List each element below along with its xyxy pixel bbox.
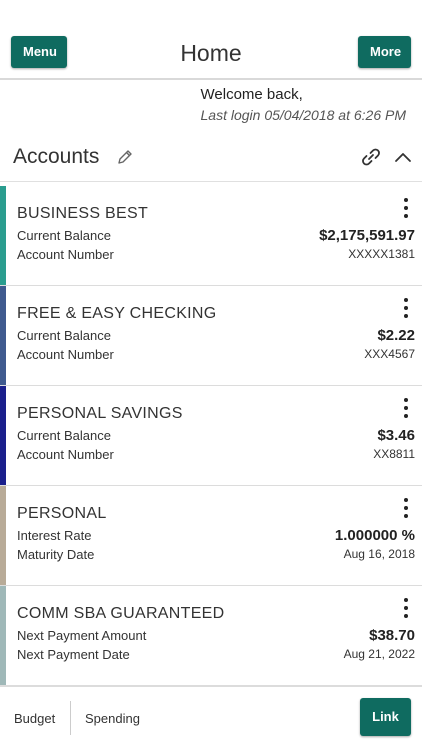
- account-value-2: Aug 16, 2018: [343, 547, 415, 561]
- account-name: PERSONAL SAVINGS: [17, 405, 183, 422]
- account-value-2: Aug 21, 2022: [343, 647, 415, 661]
- account-label-1: Next Payment Amount: [17, 628, 147, 643]
- kebab-menu-icon[interactable]: [402, 598, 410, 620]
- account-color-bar: [0, 186, 6, 285]
- more-button[interactable]: More: [358, 36, 411, 68]
- account-value-1: 1.000000 %: [334, 527, 415, 544]
- spending-tab[interactable]: Spending: [85, 711, 140, 726]
- account-label-1: Current Balance: [17, 428, 111, 443]
- link-icon[interactable]: [360, 146, 382, 168]
- kebab-menu-icon[interactable]: [402, 498, 410, 520]
- account-label-1: Current Balance: [17, 328, 111, 343]
- account-color-bar: [0, 286, 6, 385]
- account-value-1: $2,175,591.97: [319, 227, 415, 244]
- account-label-2: Maturity Date: [17, 547, 95, 562]
- kebab-menu-icon[interactable]: [402, 198, 410, 220]
- account-name: BUSINESS BEST: [17, 205, 149, 222]
- account-value-2: XXX4567: [364, 347, 415, 361]
- account-color-bar: [0, 486, 6, 585]
- budget-tab[interactable]: Budget: [14, 711, 55, 726]
- account-card[interactable]: BUSINESS BEST Current Balance $2,175,591…: [0, 186, 422, 286]
- pencil-icon[interactable]: [116, 148, 134, 166]
- account-name: FREE & EASY CHECKING: [17, 305, 217, 322]
- account-value-2: XX8811: [373, 447, 415, 461]
- account-label-1: Interest Rate: [17, 528, 92, 543]
- accounts-title: Accounts: [13, 145, 100, 168]
- account-value-2: XXXXX1381: [348, 247, 415, 261]
- last-login-text: Last login 05/04/2018 at 6:26 PM: [200, 107, 406, 123]
- account-label-2: Account Number: [17, 347, 114, 362]
- welcome-block: Welcome back, Last login 05/04/2018 at 6…: [201, 86, 406, 123]
- bottom-bar: Budget Spending Link: [0, 686, 422, 750]
- account-color-bar: [0, 586, 6, 685]
- account-card[interactable]: FREE & EASY CHECKING Current Balance $2.…: [0, 286, 422, 386]
- link-button[interactable]: Link: [360, 698, 411, 736]
- top-header: Menu Home More: [0, 0, 422, 80]
- welcome-greeting: Welcome back,: [200, 86, 303, 103]
- account-card[interactable]: PERSONAL Interest Rate 1.000000 % Maturi…: [0, 486, 422, 586]
- chevron-up-icon[interactable]: [394, 150, 412, 164]
- account-color-bar: [0, 386, 6, 485]
- account-card[interactable]: COMM SBA GUARANTEED Next Payment Amount …: [0, 586, 422, 686]
- account-value-1: $3.46: [377, 427, 415, 444]
- kebab-menu-icon[interactable]: [402, 298, 410, 320]
- account-value-1: $38.70: [369, 627, 415, 644]
- footer-divider: [70, 701, 71, 735]
- account-label-2: Next Payment Date: [17, 647, 130, 662]
- account-label-2: Account Number: [17, 447, 114, 462]
- accounts-header: Accounts: [0, 138, 422, 182]
- account-name: COMM SBA GUARANTEED: [17, 605, 225, 622]
- account-card[interactable]: PERSONAL SAVINGS Current Balance $3.46 A…: [0, 386, 422, 486]
- account-label-2: Account Number: [17, 247, 114, 262]
- kebab-menu-icon[interactable]: [402, 398, 410, 420]
- accounts-list: BUSINESS BEST Current Balance $2,175,591…: [0, 186, 422, 686]
- account-label-1: Current Balance: [17, 228, 111, 243]
- account-value-1: $2.22: [377, 327, 415, 344]
- account-name: PERSONAL: [17, 505, 107, 522]
